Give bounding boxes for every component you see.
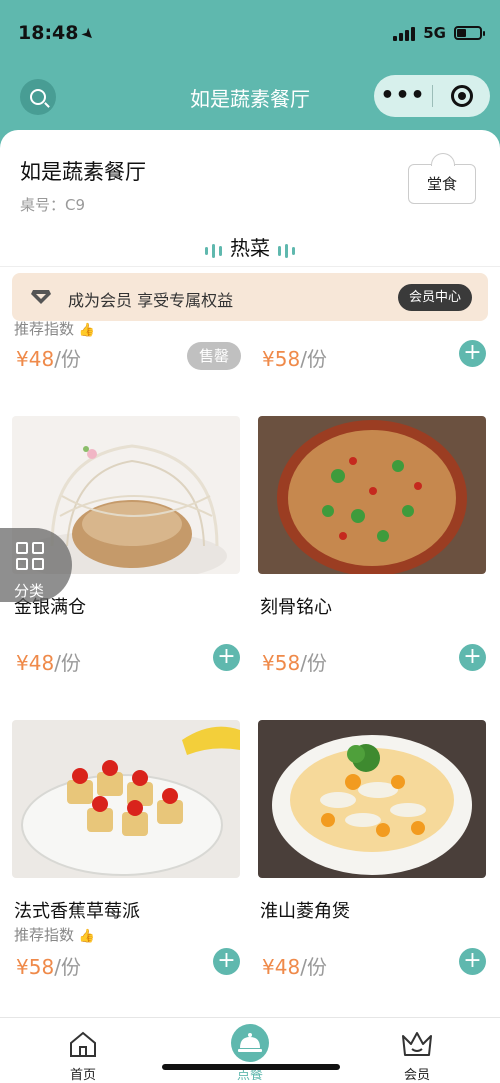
tab-bar: 首页 点餐 会员 — [0, 1017, 500, 1083]
cloche-icon — [238, 1033, 262, 1052]
category-title: 热菜 — [0, 232, 500, 262]
dish-price: ¥58/份 — [262, 651, 327, 675]
target-close-icon — [450, 85, 473, 107]
store-name: 如是蔬素餐厅 — [20, 160, 146, 184]
dish-price: ¥48/份 — [16, 347, 81, 371]
dish-price: ¥58/份 — [262, 347, 327, 371]
crown-icon — [402, 1032, 432, 1056]
tab-home-label: 首页 — [69, 1068, 96, 1083]
dish-price: ¥58/份 — [16, 955, 81, 979]
left-bars-icon — [203, 238, 224, 262]
tab-member-label: 会员 — [403, 1068, 430, 1083]
dish-image — [258, 416, 486, 574]
grid-icon — [16, 542, 46, 572]
dish-card[interactable]: 淮山菱角煲 ¥48/份 + — [258, 720, 488, 1000]
member-center-button[interactable]: 会员中心 — [398, 284, 472, 311]
dine-mode-tag[interactable]: 堂食 — [408, 153, 476, 204]
add-to-cart-button[interactable]: + — [459, 948, 486, 975]
tab-order[interactable]: 点餐 — [167, 1018, 333, 1083]
diamond-icon — [31, 290, 51, 304]
thumb-up-icon: 👍 — [78, 929, 95, 944]
category-float-label: 分类 — [14, 582, 45, 600]
close-miniprogram-button[interactable] — [433, 85, 490, 107]
status-bar: 18:48➤ 5G — [18, 22, 485, 50]
tab-member[interactable]: 会员 — [334, 1018, 500, 1083]
status-time: 18:48 — [18, 22, 79, 44]
home-indicator — [162, 1064, 340, 1070]
member-banner-text: 成为会员 享受专属权益 — [68, 291, 234, 310]
divider — [0, 266, 500, 267]
add-to-cart-button[interactable]: + — [213, 644, 240, 671]
dish-image — [12, 720, 240, 878]
recommend-index: 推荐指数 👍 — [14, 926, 95, 944]
table-number: 桌号：C9 — [20, 196, 86, 214]
location-arrow-icon: ➤ — [77, 23, 100, 45]
category-float-button[interactable]: 分类 — [0, 528, 72, 602]
dish-card[interactable]: 法式香蕉草莓派 推荐指数 👍 ¥58/份 + — [12, 720, 242, 1000]
miniprogram-capsule: ••• — [374, 75, 490, 117]
more-dots-icon[interactable]: ••• — [374, 75, 432, 117]
dish-name: 法式香蕉草莓派 — [14, 901, 140, 922]
dish-image — [258, 720, 486, 878]
nav-row: 如是蔬素餐厅 ••• — [0, 75, 500, 119]
signal-icon — [393, 25, 416, 41]
recommend-index: 推荐指数 👍 — [14, 320, 95, 338]
right-bars-icon — [276, 238, 297, 262]
dish-card[interactable]: 刻骨铭心 ¥58/份 + — [258, 416, 488, 696]
dish-name: 刻骨铭心 — [260, 597, 332, 618]
header-bar: 18:48➤ 5G 如是蔬素餐厅 ••• — [0, 0, 500, 150]
dish-name: 淮山菱角煲 — [260, 901, 350, 922]
add-to-cart-button[interactable]: + — [459, 644, 486, 671]
add-to-cart-button[interactable]: + — [213, 948, 240, 975]
member-banner[interactable]: 成为会员 享受专属权益 会员中心 — [12, 273, 488, 321]
soldout-badge: 售罄 — [187, 342, 241, 370]
add-to-cart-button[interactable]: + — [459, 340, 486, 367]
home-icon — [70, 1031, 96, 1057]
dish-price: ¥48/份 — [262, 955, 327, 979]
dish-price: ¥48/份 — [16, 651, 81, 675]
battery-icon — [454, 26, 485, 40]
tab-home[interactable]: 首页 — [0, 1018, 166, 1083]
network-label: 5G — [423, 24, 446, 42]
thumb-up-icon: 👍 — [78, 323, 95, 338]
